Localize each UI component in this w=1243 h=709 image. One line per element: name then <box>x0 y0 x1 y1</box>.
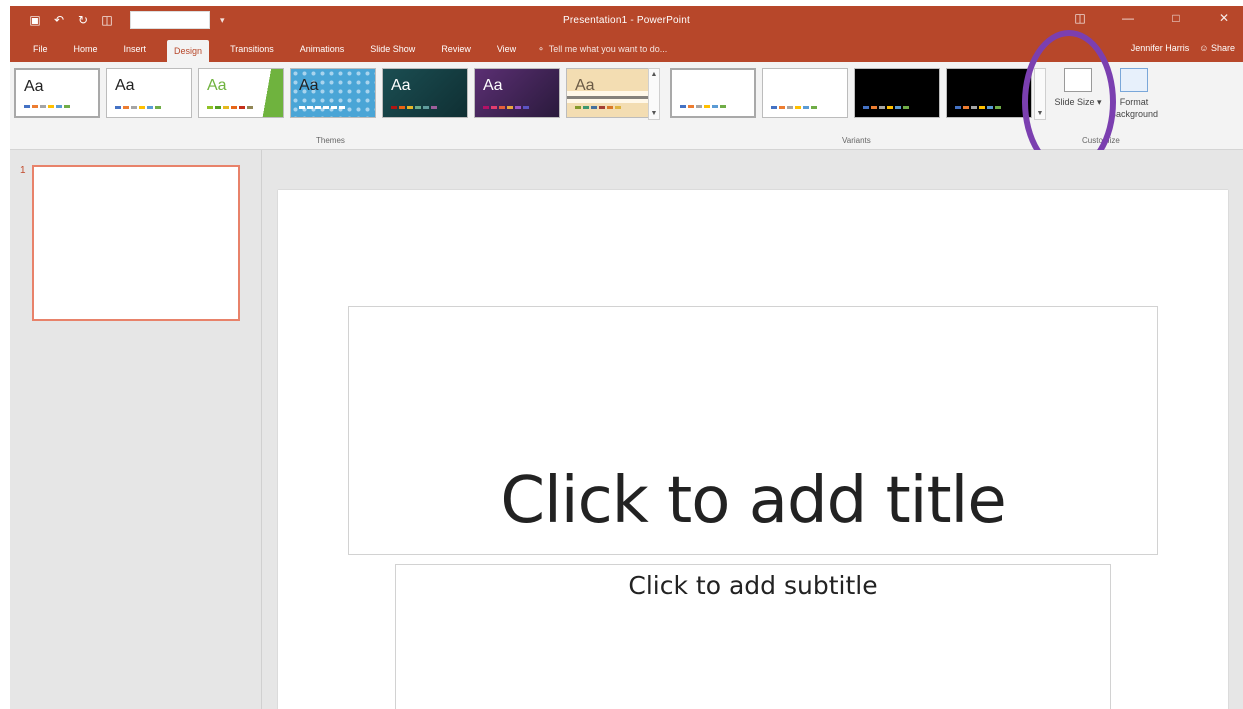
slide-size-icon <box>1064 68 1092 92</box>
title-placeholder[interactable]: Click to add title <box>348 306 1158 555</box>
theme-color-strip <box>115 106 161 109</box>
theme-office-2[interactable]: Aa <box>106 68 192 118</box>
share-button[interactable]: ☺ Share <box>1199 43 1235 53</box>
dropdown-icon: ▾ <box>1094 97 1102 107</box>
variant-2[interactable] <box>762 68 848 118</box>
variant-color-strip <box>863 106 909 109</box>
scroll-down-icon[interactable]: ▼ <box>1037 110 1044 117</box>
lightbulb-icon: ⚬ <box>537 43 545 54</box>
ribbon-tabs-bar: File Home Insert Design Transitions Anim… <box>10 36 1243 64</box>
title-bar: ▣ ↶ ↻ ◫ ▾ Presentation1 - PowerPoint ◫ —… <box>10 6 1243 36</box>
maximize-icon[interactable]: □ <box>1165 11 1187 25</box>
slide-canvas[interactable]: Click to add title Click to add subtitle <box>278 190 1228 709</box>
variants-scroll[interactable]: ▼ <box>1034 68 1046 120</box>
minimize-icon[interactable]: — <box>1117 11 1139 25</box>
scroll-down-icon[interactable]: ▼ <box>651 110 658 117</box>
tell-me-text: Tell me what you want to do... <box>548 44 668 54</box>
close-icon[interactable]: ✕ <box>1213 11 1235 25</box>
account-area: Jennifer Harris ☺ Share <box>1131 43 1235 53</box>
tab-design[interactable]: Design <box>167 40 210 64</box>
theme-glyph: Aa <box>483 77 503 94</box>
ribbon-tabs: File Home Insert Design Transitions Anim… <box>28 36 667 64</box>
format-background-icon <box>1120 68 1148 92</box>
variant-color-strip <box>680 105 726 108</box>
tab-animations[interactable]: Animations <box>295 40 350 58</box>
slide-thumbnails-pane: 1 <box>10 150 262 709</box>
format-background-button[interactable]: Format Background <box>1108 66 1160 120</box>
window-title: Presentation1 - PowerPoint <box>563 15 690 26</box>
variant-color-strip <box>771 106 817 109</box>
tab-file[interactable]: File <box>28 40 53 58</box>
ribbon-display-icon[interactable]: ◫ <box>1069 11 1091 25</box>
themes-gallery: Aa Aa Aa Aa Aa Aa Aa <box>14 68 652 118</box>
window-controls: ◫ — □ ✕ <box>1069 11 1235 25</box>
tab-insert[interactable]: Insert <box>119 40 152 58</box>
tell-me-search[interactable]: ⚬ Tell me what you want to do... <box>537 44 667 55</box>
variant-4[interactable] <box>946 68 1032 118</box>
customize-group-label: Customize <box>1082 136 1120 145</box>
slide-thumbnail[interactable] <box>32 165 240 321</box>
variant-1[interactable] <box>670 68 756 118</box>
theme-color-strip <box>391 106 437 109</box>
theme-dots[interactable]: Aa <box>290 68 376 118</box>
user-name[interactable]: Jennifer Harris <box>1131 43 1190 53</box>
slide-size-label: Slide Size <box>1054 97 1095 107</box>
themes-group-label: Themes <box>316 136 345 145</box>
theme-glyph: Aa <box>299 77 319 94</box>
theme-color-strip <box>483 106 529 109</box>
title-placeholder-text: Click to add title <box>500 464 1006 538</box>
theme-ion[interactable]: Aa <box>382 68 468 118</box>
variant-3[interactable] <box>854 68 940 118</box>
subtitle-placeholder-text: Click to add subtitle <box>628 571 878 600</box>
format-background-label: Format Background <box>1109 97 1159 119</box>
theme-glyph: Aa <box>207 77 227 94</box>
person-icon: ☺ <box>1199 43 1209 53</box>
theme-glyph: Aa <box>391 77 411 94</box>
themes-scroll[interactable]: ▲ ▼ <box>648 68 660 120</box>
variant-color-strip <box>955 106 1001 109</box>
theme-glyph: Aa <box>24 78 44 95</box>
theme-color-strip <box>575 106 621 109</box>
theme-color-strip <box>24 105 70 108</box>
subtitle-placeholder[interactable]: Click to add subtitle <box>395 564 1111 709</box>
customize-group: Slide Size ▾ Format Background <box>1052 66 1164 146</box>
theme-color-strip <box>299 106 345 109</box>
theme-office[interactable]: Aa <box>14 68 100 118</box>
slide-editor: Click to add title Click to add subtitle <box>262 150 1243 709</box>
slide-size-button[interactable]: Slide Size ▾ <box>1052 66 1104 108</box>
design-ribbon: Aa Aa Aa Aa Aa Aa Aa ▲ ▼ Themes ▼ Varian… <box>10 62 1243 150</box>
variants-group-label: Variants <box>842 136 871 145</box>
tab-review[interactable]: Review <box>436 40 476 58</box>
theme-color-strip <box>207 106 253 109</box>
tab-slide-show[interactable]: Slide Show <box>365 40 420 58</box>
share-label: Share <box>1210 43 1235 53</box>
tab-view[interactable]: View <box>492 40 521 58</box>
variants-gallery <box>670 68 1032 118</box>
theme-facet[interactable]: Aa <box>198 68 284 118</box>
slide-number: 1 <box>20 165 26 176</box>
tab-transitions[interactable]: Transitions <box>225 40 279 58</box>
theme-organic[interactable]: Aa <box>566 68 652 118</box>
theme-ion-boardroom[interactable]: Aa <box>474 68 560 118</box>
scroll-up-icon[interactable]: ▲ <box>651 71 658 78</box>
theme-glyph: Aa <box>575 77 595 94</box>
theme-band-line <box>567 96 651 99</box>
tab-home[interactable]: Home <box>69 40 103 58</box>
theme-glyph: Aa <box>115 77 135 94</box>
